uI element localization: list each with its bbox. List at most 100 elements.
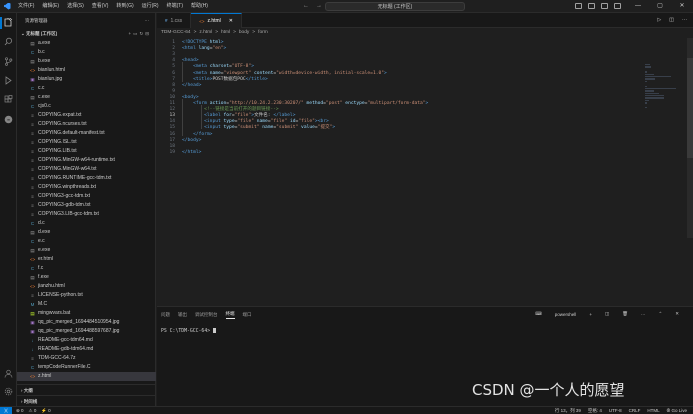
code-line[interactable]: </head> — [182, 83, 201, 89]
more-panel-actions-icon[interactable]: ··· — [641, 312, 646, 317]
file-tree-item[interactable]: Cd.c — [17, 219, 156, 228]
file-tree-item[interactable]: ▤ b.exe — [17, 57, 156, 66]
split-terminal-icon[interactable]: ◫ — [605, 311, 609, 317]
scrollbar-thumb[interactable] — [687, 58, 693, 158]
file-tree-item[interactable]: <> jianzhu.html — [17, 282, 156, 291]
workspace-header[interactable]: ⌄ 无标题 (工作区) +▭↻⊟ — [17, 28, 155, 39]
menu-item[interactable]: 文件(F) — [14, 0, 38, 13]
more-editor-actions-icon[interactable]: ··· — [682, 17, 687, 23]
file-tree-item[interactable]: ▤ d.exe — [17, 228, 156, 237]
status-problems-item[interactable]: ⚠ 0 — [29, 408, 37, 414]
file-tree-item[interactable]: ▤ f.exe — [17, 273, 156, 282]
file-tree-item[interactable]: ▤ c.exe — [17, 93, 156, 102]
panel-tab[interactable]: 端口 — [243, 312, 252, 318]
maximize-panel-icon[interactable]: ⌃ — [658, 311, 662, 317]
forward-arrow-icon[interactable]: → — [316, 3, 322, 9]
menu-item[interactable]: 终端(T) — [163, 0, 187, 13]
menu-item[interactable]: 转到(G) — [112, 0, 137, 13]
remote-explorer-icon[interactable]: ≡ — [4, 115, 13, 124]
file-tree-item[interactable]: Ce.c — [17, 237, 156, 246]
panel-tab[interactable]: 输出 — [178, 312, 187, 318]
file-tree-item[interactable]: Cf.c — [17, 264, 156, 273]
file-tree-item[interactable]: ▣ bianlun.jpg — [17, 75, 156, 84]
menu-item[interactable]: 编辑(E) — [38, 0, 63, 13]
collapse-all-icon[interactable]: ⊟ — [145, 31, 151, 36]
file-tree-item[interactable]: ▤ mingwvars.bat — [17, 309, 156, 318]
new-terminal-icon[interactable]: + — [589, 312, 592, 317]
split-editor-icon[interactable]: ◫ — [669, 17, 674, 23]
status-problems-item[interactable]: ⊗ 0 — [16, 408, 24, 414]
menu-item[interactable]: 帮助(H) — [187, 0, 212, 13]
file-tree-item[interactable]: ≡ COPYING.default-manifest.txt — [17, 129, 156, 138]
terminal-name[interactable]: powershell — [555, 312, 577, 317]
customize-layout-icon[interactable] — [614, 3, 621, 9]
toggle-secondary-sidebar-icon[interactable] — [601, 3, 608, 9]
kill-terminal-icon[interactable]: 🗑 — [622, 311, 628, 317]
file-tree-item[interactable]: <> er.html — [17, 255, 156, 264]
status-item[interactable]: UTF-8 — [609, 408, 622, 414]
breadcrumb-item[interactable]: TDM-GCC-64 — [161, 28, 191, 38]
file-tree-item[interactable]: <> z.html — [17, 372, 156, 381]
breadcrumb-item[interactable]: z.html — [199, 28, 212, 38]
file-tree-item[interactable]: Cb.c — [17, 48, 156, 57]
menu-item[interactable]: 运行(R) — [138, 0, 163, 13]
remote-indicator-icon[interactable]: ⟩⟨ — [0, 406, 12, 414]
code-line[interactable]: </html> — [182, 150, 201, 156]
code-line[interactable]: </body> — [182, 138, 201, 144]
file-tree-item[interactable]: ≡ COPYING3.LIB-gcc-tdm.txt — [17, 210, 156, 219]
run-code-icon[interactable]: ▷ — [657, 17, 661, 23]
code-editor[interactable]: 1 <!DOCTYPE html> 2 <html lang="en"> 3 4 <head… — [157, 38, 693, 306]
status-item[interactable]: HTML — [647, 408, 659, 414]
minimap[interactable] — [645, 63, 685, 123]
status-item[interactable]: 空格: 4 — [588, 408, 602, 414]
outline-section[interactable]: › 大纲 — [17, 384, 156, 395]
file-tree-item[interactable]: ≡ COPYING.RUNTIME-gcc-tdm.txt — [17, 174, 156, 183]
settings-gear-icon[interactable] — [4, 387, 13, 396]
file-tree-item[interactable]: ≡ COPYING.ncurses.txt — [17, 120, 156, 129]
editor-scrollbar[interactable] — [687, 38, 693, 238]
file-tree-item[interactable]: ≡ COPYING.winpthreads.txt — [17, 183, 156, 192]
maximize-button[interactable]: ▢ — [649, 0, 671, 13]
run-debug-icon[interactable] — [4, 76, 13, 85]
file-tree-item[interactable]: ▣ qq_pic_merged_1694488597687.jpg — [17, 327, 156, 336]
status-item[interactable]: ⦾ Go Live — [667, 408, 687, 414]
menu-item[interactable]: 查看(V) — [88, 0, 113, 13]
file-tree-item[interactable]: ▤ e.exe — [17, 246, 156, 255]
editor-tab[interactable]: <> z.html ✕ — [191, 13, 242, 28]
file-tree-item[interactable]: ▤ a.exe — [17, 39, 156, 48]
more-actions-icon[interactable]: ··· — [145, 13, 150, 28]
back-arrow-icon[interactable]: ← — [303, 3, 309, 9]
toggle-sidebar-icon[interactable] — [575, 3, 582, 9]
panel-tab[interactable]: 调试控制台 — [195, 312, 218, 318]
file-tree-item[interactable]: ≡ COPYING.expat.txt — [17, 111, 156, 120]
file-tree-item[interactable]: ≡ COPYING.LIB.txt — [17, 147, 156, 156]
minimize-button[interactable]: — — [627, 0, 649, 13]
close-tab-icon[interactable]: ✕ — [229, 18, 233, 24]
file-tree-item[interactable]: ↓ README-gcc-tdm64.md — [17, 336, 156, 345]
toggle-panel-icon[interactable] — [588, 3, 595, 9]
breadcrumb-item[interactable]: form — [258, 28, 268, 38]
file-tree-item[interactable]: M M.C — [17, 300, 156, 309]
file-tree-item[interactable]: ≡ COPYING3-gcc-tdm.txt — [17, 192, 156, 201]
breadcrumb-item[interactable]: html — [221, 28, 230, 38]
source-control-icon[interactable] — [4, 57, 13, 66]
editor-tab[interactable]: #1.css — [157, 13, 192, 28]
breadcrumb-item[interactable]: body — [239, 28, 249, 38]
close-panel-icon[interactable]: ✕ — [675, 311, 679, 317]
file-tree-item[interactable]: ≡ COPYING.ISL.txt — [17, 138, 156, 147]
panel-tab[interactable]: 终端 — [225, 310, 235, 319]
command-center-search[interactable]: 无标题 (工作区) — [325, 2, 465, 11]
file-tree-item[interactable]: ≡ TDM-GCC-64.7z — [17, 354, 156, 363]
extensions-icon[interactable] — [4, 95, 13, 104]
timeline-section[interactable]: › 时间线 — [17, 395, 156, 406]
file-tree-item[interactable]: Cc.c — [17, 84, 156, 93]
file-tree-item[interactable]: CtempCodeRunnerFile.C — [17, 363, 156, 372]
explorer-icon[interactable] — [4, 17, 13, 27]
file-tree-item[interactable]: ↓ README-gdb-tdm64.md — [17, 345, 156, 354]
close-window-button[interactable]: ✕ — [671, 0, 693, 13]
file-tree-item[interactable]: <> bianlun.html — [17, 66, 156, 75]
file-tree-item[interactable]: ≡ COPYING.MinGW-w64-runtime.txt — [17, 156, 156, 165]
code-line[interactable]: <html lang="en"> — [182, 46, 226, 52]
status-item[interactable]: CRLF — [629, 408, 641, 414]
status-problems-item[interactable]: ⚡ 0 — [41, 408, 50, 414]
